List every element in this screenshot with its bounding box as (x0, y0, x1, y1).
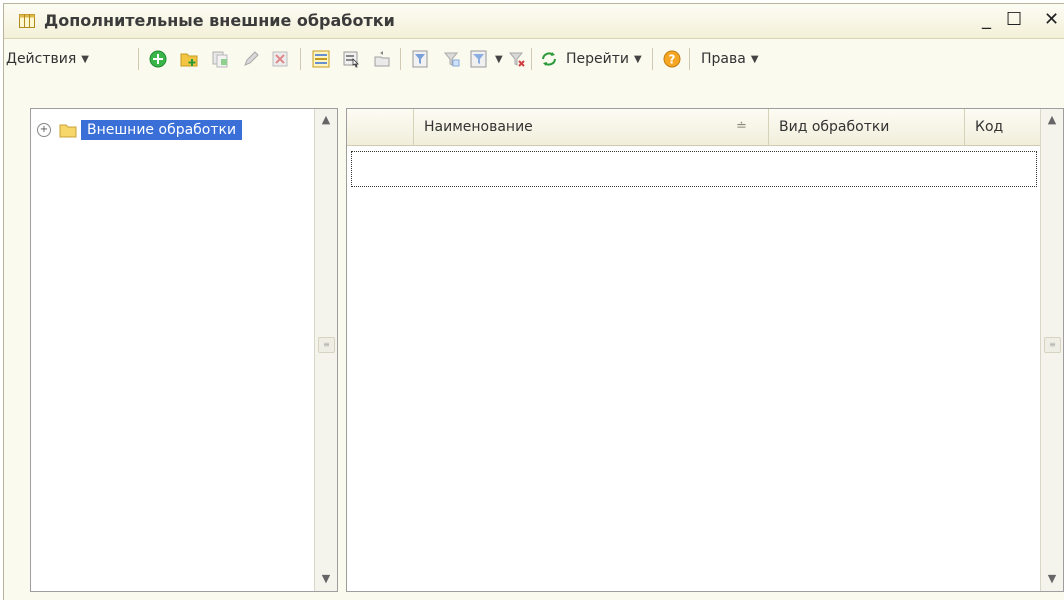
scroll-thumb[interactable]: ≡ (318, 337, 335, 353)
rights-label: Права (701, 51, 746, 67)
table-header: Наименование ≐ Вид обработки Код (347, 109, 1041, 146)
filter-value-icon[interactable] (442, 50, 460, 68)
table-vertical-scrollbar[interactable]: ▲ ≡ ▼ (1040, 109, 1063, 591)
add-icon[interactable] (149, 50, 167, 68)
header-name-column[interactable]: Наименование ≐ (413, 109, 769, 145)
rights-menu-button[interactable]: Права ▼ (701, 39, 759, 79)
goto-label: Перейти (566, 51, 629, 67)
folder-icon (59, 124, 77, 137)
toolbar-separator (138, 48, 139, 70)
caret-down-icon: ▼ (750, 53, 759, 65)
list-form-icon (19, 14, 35, 28)
clear-filter-icon[interactable] (508, 50, 526, 68)
groups-tree-panel[interactable]: + Внешние обработки ▲ ≡ ▼ (30, 108, 338, 592)
title-bar: Дополнительные внешние обработки _ ☐ ✕ (4, 4, 1064, 39)
tree-vertical-scrollbar[interactable]: ▲ ≡ ▼ (314, 109, 337, 591)
window-title: Дополнительные внешние обработки (44, 11, 395, 30)
filter-icon[interactable] (412, 50, 430, 68)
select-icon[interactable] (342, 50, 360, 68)
caret-down-icon: ▼ (495, 53, 503, 65)
table-row[interactable] (351, 151, 1037, 187)
goto-menu-button[interactable]: Перейти ▼ (566, 39, 642, 79)
external-processing-window: Дополнительные внешние обработки _ ☐ ✕ Д… (3, 3, 1064, 600)
delete-icon[interactable] (271, 50, 289, 68)
edit-icon[interactable] (242, 50, 260, 68)
toolbar: Действия ▼ ▼ Перейти ▼ ? Права ▼ (4, 39, 1064, 79)
header-code-label: Код (975, 119, 1004, 135)
filter-list-icon[interactable] (470, 50, 488, 68)
filter-dropdown-caret[interactable]: ▼ (490, 39, 503, 79)
header-type-column[interactable]: Вид обработки (768, 109, 965, 145)
toolbar-separator (652, 48, 653, 70)
scroll-down-icon[interactable]: ▼ (315, 572, 337, 585)
caret-down-icon: ▼ (634, 53, 642, 65)
scroll-thumb[interactable]: ≡ (1044, 337, 1061, 353)
minimize-button[interactable]: _ (982, 10, 991, 30)
help-icon[interactable]: ? (663, 50, 681, 68)
toolbar-separator (400, 48, 401, 70)
actions-label: Действия (6, 51, 77, 67)
header-icon-column (347, 109, 417, 145)
copy-icon[interactable] (211, 50, 229, 68)
add-group-icon[interactable] (180, 50, 198, 68)
processing-list-table[interactable]: Наименование ≐ Вид обработки Код ▲ ≡ ▼ (346, 108, 1064, 592)
header-type-label: Вид обработки (779, 119, 890, 135)
scroll-up-icon[interactable]: ▲ (1041, 113, 1063, 126)
tree-node-label[interactable]: Внешние обработки (81, 120, 243, 140)
sort-ascending-icon: ≐ (736, 119, 747, 134)
level-up-icon[interactable] (373, 50, 391, 68)
tree-node-root[interactable]: + Внешние обработки (37, 117, 243, 143)
actions-menu-button[interactable]: Действия ▼ (6, 39, 89, 79)
refresh-icon[interactable] (540, 50, 558, 68)
header-code-column[interactable]: Код (964, 109, 1035, 145)
svg-text:?: ? (669, 53, 676, 67)
hierarchy-icon[interactable] (312, 50, 330, 68)
scroll-down-icon[interactable]: ▼ (1041, 572, 1063, 585)
toolbar-separator (531, 48, 532, 70)
scroll-up-icon[interactable]: ▲ (315, 113, 337, 126)
toolbar-separator (300, 48, 301, 70)
expand-icon[interactable]: + (37, 123, 51, 137)
toolbar-separator (689, 48, 690, 70)
maximize-button[interactable]: ☐ (1006, 10, 1022, 30)
close-button[interactable]: ✕ (1044, 10, 1059, 30)
header-name-label: Наименование (424, 119, 533, 135)
caret-down-icon: ▼ (81, 53, 89, 65)
